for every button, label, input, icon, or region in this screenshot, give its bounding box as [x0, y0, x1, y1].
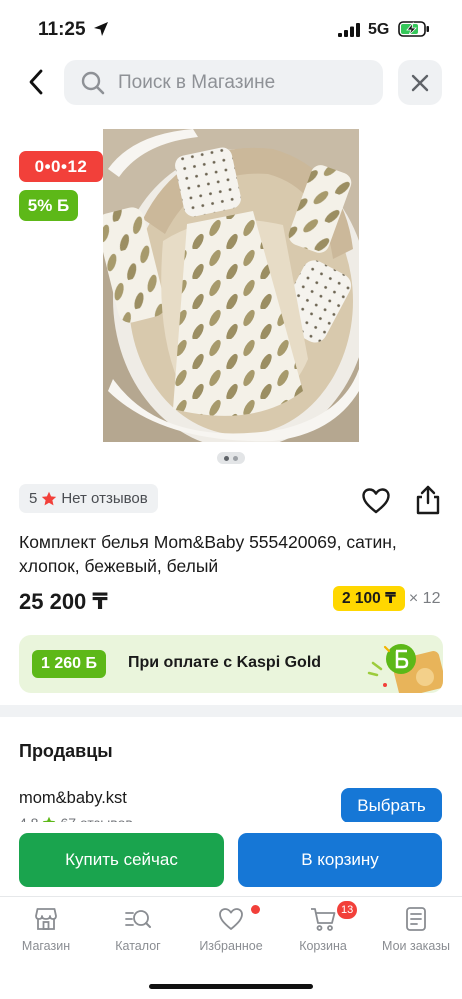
cart-icon	[311, 908, 336, 931]
tab-catalog-label: Каталог	[115, 939, 161, 953]
status-bar: 11:25 5G	[0, 0, 462, 56]
share-icon[interactable]	[413, 484, 443, 516]
cart-count-badge: 13	[337, 901, 358, 919]
network-type: 5G	[368, 21, 390, 38]
chevron-left-icon	[29, 69, 43, 95]
sellers-heading: Продавцы	[19, 741, 113, 761]
product-photo	[103, 129, 359, 442]
tab-favorites[interactable]: Избранное	[185, 905, 277, 961]
pager-dot-active	[224, 455, 229, 461]
kaspi-gold-text: При оплате с Kaspi Gold	[128, 654, 322, 671]
kaspi-gold-card-icon	[367, 644, 443, 693]
close-search-button[interactable]	[398, 60, 442, 105]
installment-multiplier: × 12	[408, 589, 441, 607]
section-divider	[0, 705, 462, 717]
rating-chip[interactable]: 5 Нет отзывов	[19, 484, 158, 513]
buy-now-button[interactable]: Купить сейчас	[19, 833, 224, 887]
store-icon	[35, 908, 57, 930]
add-to-cart-button[interactable]: В корзину	[238, 833, 442, 887]
home-indicator[interactable]	[149, 984, 313, 989]
tab-favorites-label: Избранное	[199, 939, 263, 953]
product-title: Комплект белья Mom&Baby 555420069, сатин…	[19, 532, 397, 576]
back-button[interactable]	[20, 63, 52, 101]
tab-orders-label: Мои заказы	[382, 939, 450, 953]
search-input[interactable]: Поиск в Магазине	[64, 60, 383, 105]
close-icon	[411, 74, 429, 91]
reviews-label: Нет отзывов	[61, 490, 148, 507]
star-icon	[42, 491, 57, 505]
pager-dot	[233, 455, 238, 461]
purchase-bar: Купить сейчас В корзину	[0, 822, 462, 896]
location-arrow-icon	[94, 22, 108, 36]
heart-icon	[219, 908, 243, 930]
kaspi-gold-banner[interactable]: 1 260 Б При оплате с Kaspi Gold	[19, 635, 443, 693]
tab-catalog[interactable]: Каталог	[92, 905, 184, 961]
timer-badge: 0•0•12	[19, 151, 103, 182]
favorite-heart-icon[interactable]	[361, 486, 391, 516]
installment-amount: 2 100 ₸	[333, 586, 405, 611]
kaspi-bonus-amount: 1 260 Б	[32, 650, 106, 678]
search-icon	[81, 71, 105, 94]
tab-store-label: Магазин	[21, 939, 71, 953]
tab-orders[interactable]: Мои заказы	[370, 905, 462, 961]
installment-info[interactable]: 2 100 ₸ × 12	[333, 586, 440, 611]
tab-store[interactable]: Магазин	[0, 905, 92, 961]
product-image[interactable]	[103, 129, 359, 442]
status-time: 11:25	[38, 19, 86, 40]
favorites-notification-dot	[251, 905, 260, 914]
tab-cart-label: Корзина	[299, 939, 347, 953]
orders-icon	[406, 907, 426, 931]
tab-cart[interactable]: 13 Корзина	[277, 901, 369, 961]
search-placeholder: Поиск в Магазине	[118, 71, 276, 93]
bonus-badge: 5% Б	[19, 190, 78, 221]
seller-name[interactable]: mom&baby.kst	[19, 789, 127, 808]
product-price: 25 200 ₸	[19, 589, 108, 614]
choose-seller-button[interactable]: Выбрать	[341, 788, 442, 823]
rating-value: 5	[29, 490, 38, 507]
battery-charging-icon	[398, 21, 429, 37]
cellular-signal-icon	[338, 23, 360, 37]
image-pager	[217, 452, 245, 464]
catalog-search-icon	[125, 910, 151, 928]
